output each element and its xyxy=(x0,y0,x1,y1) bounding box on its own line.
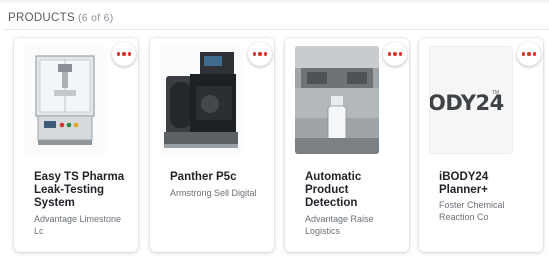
product-title[interactable]: Automatic Product Detection xyxy=(305,171,401,210)
product-vendor: Armstrong Sell Digital xyxy=(170,188,257,198)
more-dot-icon xyxy=(258,52,262,56)
panel-top-edge xyxy=(0,0,549,4)
ibody24-logo-tm: TM xyxy=(492,90,500,96)
more-dot-icon xyxy=(521,52,526,56)
product-image-leak-tester xyxy=(24,46,108,154)
more-dot-icon xyxy=(127,52,132,56)
product-title[interactable]: Panther P5c xyxy=(170,171,266,184)
more-dot-icon xyxy=(263,52,268,56)
more-dot-icon xyxy=(252,52,257,56)
more-dot-icon xyxy=(532,52,537,56)
product-title[interactable]: iBODY24 Planner+ xyxy=(439,171,535,197)
printer-illustration xyxy=(160,46,244,154)
more-dot-icon xyxy=(398,52,403,56)
products-panel: PRODUCTS (6 of 6) Easy TS Pharma Leak-Te… xyxy=(0,0,549,261)
section-title: PRODUCTS xyxy=(8,12,75,24)
leak-tester-illustration xyxy=(24,46,108,154)
product-vendor: Advantage Limestone Lc xyxy=(34,214,122,236)
section-header: PRODUCTS (6 of 6) xyxy=(8,12,114,24)
product-image-ibody24-logo: ODY24 TM xyxy=(429,46,513,154)
more-options-button[interactable] xyxy=(248,42,272,66)
more-dot-icon xyxy=(116,52,121,56)
more-dot-icon xyxy=(527,52,531,56)
more-dot-icon xyxy=(122,52,126,56)
more-dot-icon xyxy=(393,52,397,56)
product-card[interactable]: Automatic Product Detection Advantage Ra… xyxy=(285,38,409,252)
more-dot-icon xyxy=(387,52,392,56)
detection-illustration xyxy=(295,46,379,154)
product-image-printer xyxy=(160,46,244,154)
product-card[interactable]: ODY24 TM iBODY24 Planner+ Foster Chemica… xyxy=(419,38,543,252)
more-options-button[interactable] xyxy=(383,42,407,66)
product-image-detection xyxy=(295,46,379,154)
section-divider xyxy=(4,29,549,30)
product-card[interactable]: Panther P5c Armstrong Sell Digital xyxy=(150,38,274,252)
product-vendor: Foster Chemical Reaction Co xyxy=(439,200,505,222)
product-title[interactable]: Easy TS Pharma Leak-Testing System xyxy=(34,171,130,210)
product-vendor: Advantage Raise Logistics xyxy=(305,214,374,236)
section-count: (6 of 6) xyxy=(77,12,114,24)
product-card[interactable]: Easy TS Pharma Leak-Testing System Advan… xyxy=(14,38,138,252)
more-options-button[interactable] xyxy=(517,42,541,66)
more-options-button[interactable] xyxy=(112,42,136,66)
